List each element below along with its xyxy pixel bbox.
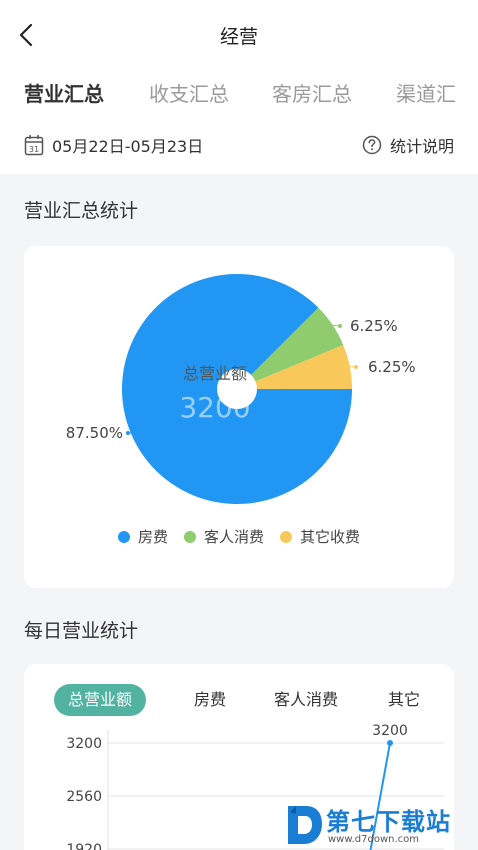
statistics-explanation-label: 统计说明 (389, 137, 454, 156)
legend-dot-other-charges (280, 530, 292, 543)
legend-item-guest-consumption[interactable]: 客人消费 (183, 526, 264, 547)
calendar-icon: 31 (24, 135, 44, 156)
chip-total-revenue[interactable]: 总营业额 (54, 684, 147, 716)
chip-guest-consumption[interactable]: 客人消费 (274, 684, 338, 716)
date-range-selector[interactable]: 31 05月22日-05月23日 (24, 132, 203, 158)
summary-section-title: 营业汇总统计 (24, 200, 139, 222)
legend-label-other-charges: 其它收费 (300, 528, 361, 546)
tab-room-summary[interactable]: 客房汇总 (272, 78, 352, 107)
watermark-url: www.d7down.com (328, 834, 420, 845)
date-bar: 31 05月22日-05月23日 统计说明 (0, 118, 478, 174)
svg-text:31: 31 (29, 145, 39, 154)
tab-income-expense-summary[interactable]: 收支汇总 (149, 78, 229, 107)
y-tick-label-3200: 3200 (66, 736, 102, 752)
line-point-label: 3200 (372, 724, 408, 739)
line-chart-tabs: 总营业额 房费 客人消费 其它 (54, 684, 454, 716)
pie-label-other-charges: 6.25% (368, 358, 416, 376)
pie-chart-card: 6.25% 6.25% 87.50% 总营业额 3200 房费 客人消费 其它收费 (24, 246, 454, 588)
legend-item-room-fee[interactable]: 房费 (117, 526, 168, 547)
pie-center-label: 总营业额 (183, 364, 247, 383)
legend-dot-guest-consumption (183, 530, 196, 543)
y-tick-label-1920: 1920 (66, 842, 102, 850)
pie-leader-dot-guest-consumption (338, 324, 342, 328)
date-range-text: 05月22日-05月23日 (52, 137, 204, 156)
page-title: 经营 (219, 26, 258, 48)
watermark-text: 第七下载站 (326, 808, 451, 836)
pie-leader-dot-room-fee (126, 431, 130, 435)
pie-label-guest-consumption: 6.25% (350, 317, 398, 335)
y-tick-label-2560: 2560 (66, 789, 102, 805)
pie-legend: 房费 客人消费 其它收费 (24, 526, 454, 547)
legend-dot-room-fee (117, 530, 130, 543)
header: 经营 (0, 0, 478, 70)
tab-channel-summary[interactable]: 渠道汇 (396, 78, 456, 107)
line-point-total (387, 740, 393, 746)
pie-slice-room-fee (121, 273, 352, 504)
legend-label-guest-consumption: 客人消费 (203, 528, 264, 546)
watermark-logo: 第七下载站 www.d7down.com (282, 798, 478, 850)
legend-label-room-fee: 房费 (137, 528, 168, 546)
chip-other[interactable]: 其它 (388, 684, 420, 716)
pie-label-room-fee: 87.50% (66, 424, 123, 442)
pie-leader-dot-other-charges (354, 365, 358, 369)
statistics-explanation-link[interactable]: 统计说明 (362, 132, 454, 158)
pie-chart: 6.25% 6.25% 87.50% 总营业额 3200 (66, 273, 416, 504)
legend-item-other-charges[interactable]: 其它收费 (280, 526, 360, 547)
pie-center-value: 3200 (179, 391, 250, 424)
watermark-d-icon (288, 806, 322, 844)
question-circle-icon (362, 135, 382, 155)
tab-bar: 营业汇总 收支汇总 客房汇总 渠道汇 (0, 70, 478, 118)
tab-business-summary[interactable]: 营业汇总 (24, 78, 104, 107)
chip-room-fee[interactable]: 房费 (194, 684, 226, 716)
daily-section-title: 每日营业统计 (24, 620, 139, 642)
